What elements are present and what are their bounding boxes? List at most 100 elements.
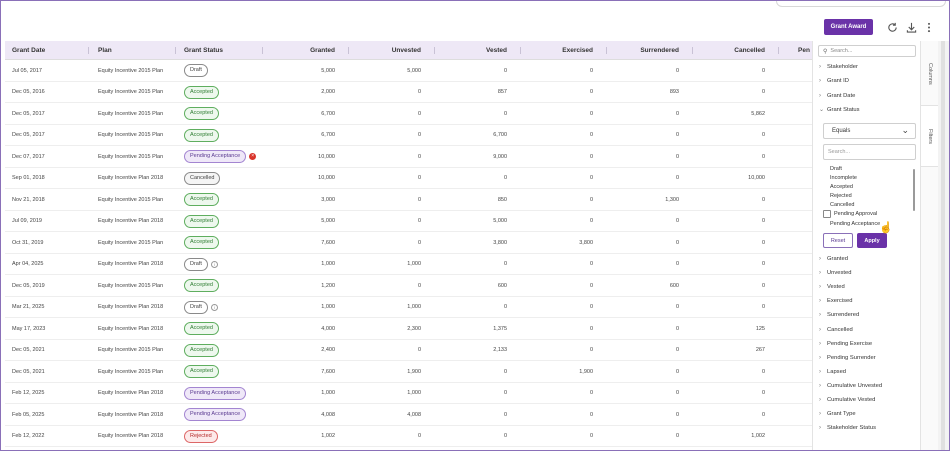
column-header-exercised[interactable]: Exercised <box>525 41 593 60</box>
page-scrollbar[interactable] <box>938 41 949 450</box>
cell-grant-status: Draft <box>184 60 262 81</box>
field-item[interactable]: › Grant Type <box>819 409 856 419</box>
cell-granted: 6,700 <box>321 110 335 117</box>
field-item[interactable]: › Surrendered <box>819 310 859 320</box>
column-header-unvested[interactable]: Unvested <box>353 41 421 60</box>
table-row[interactable]: Jul 09, 2019 Equity Incentive Plan 2018 Ac… <box>5 211 812 232</box>
column-separator[interactable] <box>778 47 779 54</box>
field-item[interactable]: › Pending Exercise <box>819 339 872 349</box>
column-separator[interactable] <box>520 47 521 54</box>
column-separator[interactable] <box>692 47 693 54</box>
filter-operator-select[interactable]: Equals ⌄ <box>823 123 916 139</box>
checkbox[interactable] <box>823 192 827 200</box>
table-row[interactable]: Oct 31, 2019 Equity Incentive 2015 Plan Ac… <box>5 232 812 254</box>
column-separator[interactable] <box>175 47 176 54</box>
field-item[interactable]: › Lapsed <box>819 367 846 377</box>
cell-exercised: 0 <box>589 390 593 396</box>
field-item[interactable]: › Cancelled <box>819 325 853 335</box>
filter-search-input[interactable]: Search... <box>823 144 916 160</box>
table-row[interactable]: Dec 07, 2017 Equity Incentive 2015 Plan Pe… <box>5 146 812 168</box>
table-row[interactable]: Sep 01, 2018 Equity Incentive Plan 2018 Ca… <box>5 168 812 189</box>
filter-scrollbar[interactable] <box>913 169 915 211</box>
tab-filters[interactable]: Filters <box>921 105 939 167</box>
reset-button[interactable]: Reset <box>823 233 853 248</box>
field-item[interactable]: › Unvested <box>819 268 852 278</box>
filter-option[interactable]: Incomplete <box>823 174 857 182</box>
table-row[interactable]: May 17, 2023 Equity Incentive Plan 2018 Ac… <box>5 318 812 340</box>
table-row[interactable]: Apr 04, 2025 Equity Incentive Plan 2018 Dr… <box>5 254 812 275</box>
page-scrollbar-thumb[interactable] <box>941 41 945 450</box>
apply-button[interactable]: Apply <box>857 233 887 248</box>
field-item[interactable]: › Cumulative Vested <box>819 395 875 405</box>
cell-plan: Equity Incentive Plan 2018 <box>98 390 164 396</box>
download-icon[interactable] <box>905 21 917 33</box>
column-header-grant-status[interactable]: Grant Status <box>184 41 259 60</box>
column-separator[interactable] <box>348 47 349 54</box>
field-item[interactable]: › Stakeholder <box>819 62 858 72</box>
column-separator[interactable] <box>434 47 435 54</box>
checkbox[interactable] <box>823 210 831 218</box>
error-icon[interactable]: × <box>249 153 257 160</box>
more-vertical-icon[interactable] <box>923 21 935 33</box>
filter-option[interactable]: Draft <box>823 165 842 173</box>
filter-option-label: Cancelled <box>830 202 855 208</box>
chevron-right-icon: › <box>819 340 821 347</box>
tab-columns[interactable]: Columns <box>921 49 939 99</box>
checkbox[interactable] <box>823 220 827 228</box>
field-item[interactable]: › Granted <box>819 254 848 264</box>
table-row[interactable]: Dec 05, 2017 Equity Incentive 2015 Plan Ac… <box>5 103 812 125</box>
info-icon[interactable]: i <box>210 260 218 268</box>
checkbox[interactable] <box>823 174 827 182</box>
column-header-cancelled[interactable]: Cancelled <box>697 41 765 60</box>
table-row[interactable]: Dec 05, 2021 Equity Incentive 2015 Plan Ac… <box>5 340 812 361</box>
refresh-icon[interactable] <box>886 21 898 33</box>
checkbox[interactable] <box>823 201 827 209</box>
checkbox[interactable] <box>823 165 827 173</box>
column-separator[interactable] <box>606 47 607 54</box>
field-item[interactable]: › Grant Date <box>819 91 855 101</box>
table-row[interactable]: Dec 05, 2017 Equity Incentive 2015 Plan Ac… <box>5 125 812 146</box>
cell-plan: Equity Incentive 2015 Plan <box>98 239 164 246</box>
column-header-plan[interactable]: Plan <box>98 41 168 60</box>
column-header-grant-date[interactable]: Grant Date <box>12 41 82 60</box>
filter-option[interactable]: Rejected <box>823 192 852 200</box>
cell-grant-date: Dec 05, 2017 <box>12 132 45 138</box>
column-separator[interactable] <box>262 47 263 54</box>
columns-search-input[interactable]: ⚲ Search... <box>818 45 916 57</box>
table-row[interactable]: Mar 21, 2025 Equity Incentive Plan 2018 Dr… <box>5 297 812 318</box>
cell-plan: Equity Incentive 2015 Plan <box>98 196 164 203</box>
field-item[interactable]: › Pending Surrender <box>819 353 876 363</box>
column-header-pending[interactable]: Pen <box>798 41 812 60</box>
column-header-granted[interactable]: Granted <box>267 41 335 60</box>
field-item[interactable]: › Cumulative Unvested <box>819 381 882 391</box>
table-row[interactable]: Dec 05, 2019 Equity Incentive 2015 Plan Ac… <box>5 275 812 297</box>
column-header-vested[interactable]: Vested <box>439 41 507 60</box>
top-search-pill[interactable] <box>776 1 946 7</box>
field-item[interactable]: › Vested <box>819 282 845 292</box>
cell-cancelled: 0 <box>761 282 765 289</box>
filter-option[interactable]: Accepted <box>823 183 853 191</box>
field-item[interactable]: › Grant ID <box>819 76 849 86</box>
filter-option[interactable]: Pending Acceptance <box>823 220 880 228</box>
table-row[interactable]: Dec 05, 2016 Equity Incentive 2015 Plan Ac… <box>5 82 812 103</box>
filter-option[interactable]: Pending Approval <box>823 210 877 218</box>
cell-surrendered: 600 <box>669 282 679 289</box>
table-row[interactable]: Feb 05, 2025 Equity Incentive Plan 2018 Pe… <box>5 404 812 426</box>
column-header-surrendered[interactable]: Surrendered <box>611 41 679 60</box>
table-row[interactable]: Jul 05, 2017 Equity Incentive 2015 Plan Dr… <box>5 60 812 82</box>
cell-unvested: 0 <box>417 153 421 160</box>
field-item[interactable]: ⌄ Grant Status <box>819 105 860 115</box>
table-row[interactable]: Feb 12, 2025 Equity Incentive Plan 2018 Pe… <box>5 383 812 404</box>
table-row[interactable]: Dec 05, 2021 Equity Incentive 2015 Plan Ac… <box>5 361 812 383</box>
checkbox[interactable] <box>823 183 827 191</box>
field-item[interactable]: › Stakeholder Status <box>819 423 876 433</box>
grant-award-button[interactable]: Grant Award <box>824 19 873 35</box>
table-row[interactable]: Nov 21, 2018 Equity Incentive 2015 Plan Ac… <box>5 189 812 211</box>
table-row[interactable]: Feb 12, 2022 Equity Incentive Plan 2018 Re… <box>5 426 812 447</box>
field-item[interactable]: › Exercised <box>819 296 852 306</box>
column-separator[interactable] <box>88 47 89 54</box>
field-item-label: Pending Surrender <box>827 354 876 361</box>
info-icon[interactable]: i <box>210 303 218 311</box>
status-badge: Accepted <box>184 365 219 378</box>
filter-option[interactable]: Cancelled <box>823 201 854 209</box>
